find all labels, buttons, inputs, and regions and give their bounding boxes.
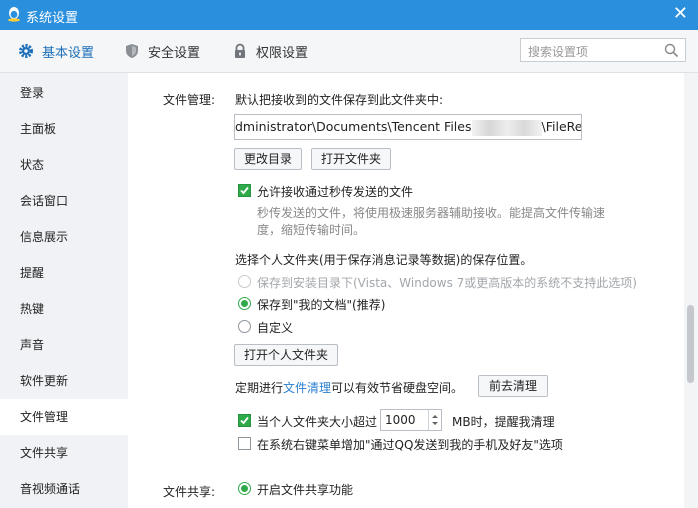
download-path-field[interactable]: dministrator\Documents\Tencent Files \Fil… [234,114,582,140]
search-box[interactable]: 搜索设置项 [520,38,686,62]
sidebar-item-chat-window[interactable]: 会话窗口 [0,183,128,219]
go-cleanup-button[interactable]: 前去清理 [478,375,548,397]
change-directory-button[interactable]: 更改目录 [234,148,302,170]
size-limit-stepper[interactable]: 1000 [380,409,442,431]
window-title: 系统设置 [26,11,79,26]
cleanup-post: 可以有效节省硬盘空间。 [331,381,464,395]
personal-folder-title: 选择个人文件夹(用于保存消息记录等数据)的保存位置。 [235,253,533,267]
instant-transfer-desc-line2: 度，缩短传输时间。 [257,223,366,237]
cleanup-pre: 定期进行 [235,381,284,395]
qq-logo-icon [8,7,20,22]
title-bar: 系统设置 ✕ [0,0,698,30]
file-cleanup-link[interactable]: 文件清理 [283,381,331,395]
tab-label: 安全设置 [148,45,201,61]
size-reminder-suffix: MB时，提醒我清理 [452,415,555,429]
sidebar-item-login[interactable]: 登录 [0,75,128,111]
sidebar-item-software-update[interactable]: 软件更新 [0,363,128,399]
tab-label: 基本设置 [42,45,95,61]
shield-icon [126,44,138,58]
sidebar-item-main-panel[interactable]: 主面板 [0,111,128,147]
allow-instant-transfer-label: 允许接收通过秒传发送的文件 [257,185,414,199]
tab-security-settings[interactable]: 安全设置 [124,30,200,72]
settings-content: 文件管理: 默认把接收到的文件保存到此文件夹中: dministrator\Do… [128,73,684,508]
tab-label: 权限设置 [256,45,309,61]
gear-icon [19,44,33,58]
save-to-install-dir-label: 保存到安装目录下(Vista、Windows 7或更高版本的系统不支持此选项) [257,276,637,290]
open-folder-button[interactable]: 打开文件夹 [311,148,391,170]
redacted-account [471,119,542,136]
path-suffix: \FileRecv\ [541,119,582,134]
scrollbar-thumb[interactable] [687,305,694,383]
tab-basic-settings[interactable]: 基本设置 [18,30,94,72]
search-icon[interactable] [664,43,679,58]
path-prefix: dministrator\Documents\Tencent Files [235,119,472,134]
sidebar-item-reminder[interactable]: 提醒 [0,255,128,291]
checkmark-icon [240,416,249,425]
search-placeholder: 搜索设置项 [528,45,589,59]
tab-bar: 基本设置 安全设置 权限设置 搜索设置项 [0,30,698,73]
content-scrollbar[interactable] [684,73,698,508]
file-share-section-label: 文件共享: [163,485,216,499]
sidebar-item-status[interactable]: 状态 [0,147,128,183]
allow-instant-transfer-checkbox[interactable] [238,184,251,197]
close-button[interactable]: ✕ [673,4,688,24]
save-to-my-documents-label: 保存到"我的文档"(推荐) [257,298,386,312]
sidebar-item-av-call[interactable]: 音视频通话 [0,471,128,507]
custom-location-radio[interactable] [238,320,251,333]
instant-transfer-desc-line1: 秒传发送的文件，将使用极速服务器辅助接收。能提高文件传输速 [257,206,606,220]
sidebar-item-file-sharing[interactable]: 文件共享 [0,435,128,471]
context-menu-checkbox[interactable] [238,437,251,450]
tab-permission-settings[interactable]: 权限设置 [232,30,308,72]
file-mgmt-section-label: 文件管理: [163,93,216,107]
stepper-arrows-icon [432,415,438,425]
sidebar-item-sound[interactable]: 声音 [0,327,128,363]
enable-file-sharing-label: 开启文件共享功能 [257,483,354,497]
sidebar-item-info-display[interactable]: 信息展示 [0,219,128,255]
size-reminder-label: 当个人文件夹大小超过 [257,415,378,429]
context-menu-label: 在系统右键菜单增加"通过QQ发送到我的手机及好友"选项 [257,438,563,452]
enable-file-sharing-radio[interactable] [238,482,251,495]
sidebar-item-hotkeys[interactable]: 热键 [0,291,128,327]
save-location-desc: 默认把接收到的文件保存到此文件夹中: [235,93,444,107]
checkmark-icon [240,186,249,195]
size-reminder-checkbox[interactable] [238,414,251,427]
save-to-my-documents-radio[interactable] [238,297,251,310]
save-to-install-dir-radio [238,275,251,288]
size-limit-value: 1000 [385,413,416,427]
custom-location-label: 自定义 [257,321,294,335]
sidebar: 登录 主面板 状态 会话窗口 信息展示 提醒 热键 声音 软件更新 文件管理 文… [0,73,128,508]
sidebar-item-file-management[interactable]: 文件管理 [0,399,128,435]
stepper-arrows[interactable] [428,410,441,430]
lock-icon [235,43,245,58]
open-personal-folder-button[interactable]: 打开个人文件夹 [234,344,338,366]
cleanup-text: 定期进行文件清理可以有效节省硬盘空间。 [235,379,463,396]
